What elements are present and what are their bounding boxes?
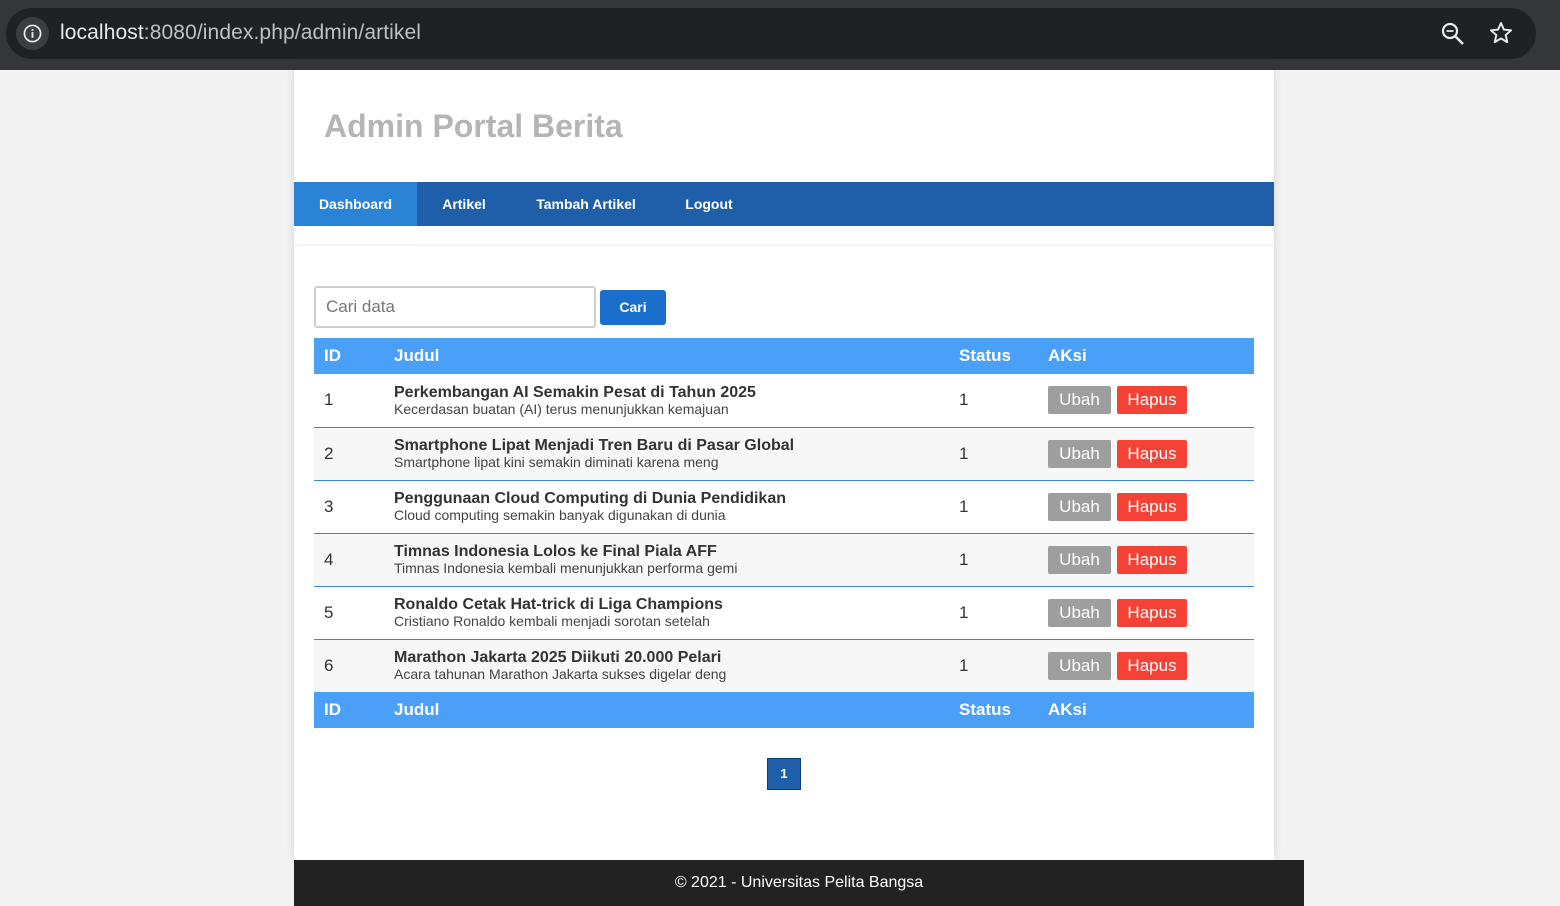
article-excerpt: Timnas Indonesia kembali menunjukkan per… [394,560,738,576]
edit-button[interactable]: Ubah [1048,386,1111,415]
cell-status: 1 [949,533,1038,587]
table-row: 6 Marathon Jakarta 2025 Diikuti 20.000 P… [314,639,1254,692]
table-footer-row: ID Judul Status AKsi [314,692,1254,728]
bookmark-star-icon[interactable] [1488,20,1514,46]
cell-aksi: Ubah Hapus [1038,639,1254,692]
delete-button[interactable]: Hapus [1117,386,1187,415]
nav-item-tambah-artikel[interactable]: Tambah Artikel [511,182,661,226]
edit-button[interactable]: Ubah [1048,545,1111,574]
pagination-page-1[interactable]: 1 [767,758,801,790]
edit-button[interactable]: Ubah [1048,439,1111,468]
cell-id: 3 [314,480,384,534]
site-info-button[interactable] [16,17,49,50]
footer-header-status: Status [949,692,1038,728]
table-row: 5 Ronaldo Cetak Hat-trick di Liga Champi… [314,586,1254,640]
delete-button[interactable]: Hapus [1117,598,1187,627]
delete-button[interactable]: Hapus [1117,545,1187,574]
cell-aksi: Ubah Hapus [1038,374,1254,428]
table-row: 3 Penggunaan Cloud Computing di Dunia Pe… [314,480,1254,534]
cell-id: 6 [314,639,384,692]
cell-judul: Marathon Jakarta 2025 Diikuti 20.000 Pel… [384,639,949,692]
url-path: :8080/index.php/admin/artikel [143,21,422,44]
cell-status: 1 [949,374,1038,428]
url-text[interactable]: localhost:8080/index.php/admin/artikel [60,21,421,45]
cell-aksi: Ubah Hapus [1038,533,1254,587]
table-row: 4 Timnas Indonesia Lolos ke Final Piala … [314,533,1254,587]
search-button[interactable]: Cari [600,290,666,325]
cell-judul: Ronaldo Cetak Hat-trick di Liga Champion… [384,586,949,640]
article-title: Smartphone Lipat Menjadi Tren Baru di Pa… [394,437,795,454]
edit-button[interactable]: Ubah [1048,651,1111,680]
cell-status: 1 [949,480,1038,534]
nav-item-dashboard[interactable]: Dashboard [294,182,417,226]
delete-button[interactable]: Hapus [1117,439,1187,468]
article-excerpt: Cristiano Ronaldo kembali menjadi sorota… [394,613,710,629]
edit-button[interactable]: Ubah [1048,598,1111,627]
article-title: Perkembangan AI Semakin Pesat di Tahun 2… [394,383,756,401]
cell-status: 1 [949,427,1038,481]
info-icon [23,24,42,43]
address-bar[interactable]: localhost:8080/index.php/admin/artikel [6,8,1536,59]
zoom-icon[interactable] [1440,21,1466,47]
article-table: ID Judul Status AKsi 1 Perkembangan AI S… [314,338,1254,728]
delete-button[interactable]: Hapus [1117,492,1187,521]
nav-item-logout[interactable]: Logout [661,182,757,226]
article-excerpt: Cloud computing semakin banyak digunakan… [394,507,726,523]
site-footer: © 2021 - Universitas Pelita Bangsa [294,860,1304,906]
cell-aksi: Ubah Hapus [1038,586,1254,640]
article-title: Marathon Jakarta 2025 Diikuti 20.000 Pel… [394,649,722,667]
footer-header-aksi: AKsi [1038,692,1254,728]
page-title: Admin Portal Berita [324,108,623,144]
cell-id: 5 [314,586,384,640]
article-title: Penggunaan Cloud Computing di Dunia Pend… [394,490,786,507]
browser-toolbar: localhost:8080/index.php/admin/artikel [0,0,1560,70]
cell-judul: Timnas Indonesia Lolos ke Final Piala AF… [384,533,949,587]
nav-item-artikel[interactable]: Artikel [417,182,511,226]
footer-header-id: ID [314,692,384,728]
header-judul: Judul [384,338,949,374]
cell-aksi: Ubah Hapus [1038,427,1254,481]
header-aksi: AKsi [1038,338,1254,374]
main-nav: Dashboard Artikel Tambah Artikel Logout [294,182,1274,226]
delete-button[interactable]: Hapus [1117,651,1187,680]
article-title: Ronaldo Cetak Hat-trick di Liga Champion… [394,596,723,613]
article-excerpt: Kecerdasan buatan (AI) terus menunjukkan… [394,400,729,417]
cell-status: 1 [949,639,1038,692]
header-id: ID [314,338,384,374]
table-row: 1 Perkembangan AI Semakin Pesat di Tahun… [314,374,1254,428]
cell-aksi: Ubah Hapus [1038,480,1254,534]
url-host: localhost [60,21,144,44]
footer-header-judul: Judul [384,692,949,728]
article-excerpt: Smartphone lipat kini semakin diminati k… [394,454,719,470]
header-status: Status [949,338,1038,374]
search-input[interactable] [314,286,596,328]
divider [294,244,1274,246]
cell-judul: Perkembangan AI Semakin Pesat di Tahun 2… [384,374,949,428]
page-container: Admin Portal Berita Dashboard Artikel Ta… [294,70,1274,860]
cell-judul: Smartphone Lipat Menjadi Tren Baru di Pa… [384,427,949,481]
cell-judul: Penggunaan Cloud Computing di Dunia Pend… [384,480,949,534]
edit-button[interactable]: Ubah [1048,492,1111,521]
cell-id: 2 [314,427,384,481]
cell-id: 4 [314,533,384,587]
article-title: Timnas Indonesia Lolos ke Final Piala AF… [394,543,717,560]
article-excerpt: Acara tahunan Marathon Jakarta sukses di… [394,666,727,683]
table-header-row: ID Judul Status AKsi [314,338,1254,374]
cell-status: 1 [949,586,1038,640]
cell-id: 1 [314,374,384,428]
table-row: 2 Smartphone Lipat Menjadi Tren Baru di … [314,427,1254,481]
